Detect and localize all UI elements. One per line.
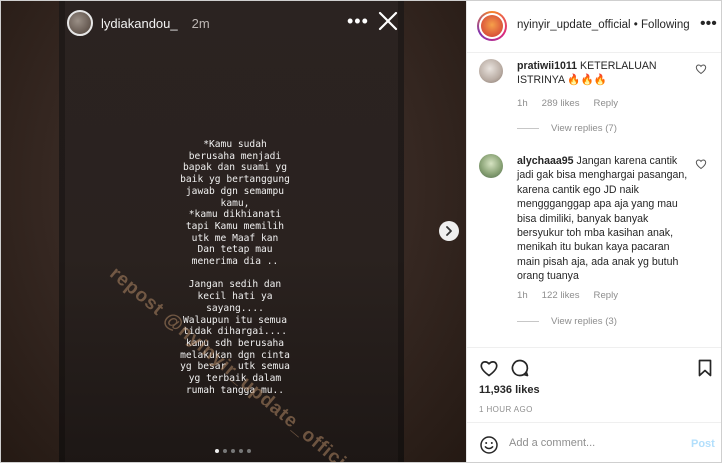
story-edge-left (59, 1, 65, 462)
post-like-count[interactable]: 11,936 likes (479, 384, 540, 396)
post-header: nyinyir_update_official • Following ••• (467, 1, 721, 53)
replies-divider (517, 321, 539, 322)
instagram-post-window: lydiakandou_ 2m ••• *Kamu sudah berusaha… (0, 0, 722, 463)
comment-likes[interactable]: 122 likes (542, 290, 580, 301)
story-timestamp: 2m (191, 15, 210, 31)
comment-age: 1h (517, 290, 528, 301)
reply-button[interactable]: Reply (594, 290, 619, 301)
page-dot (239, 449, 243, 453)
comment-item: pratiwii1011 KETERLALUAN ISTRINYA 🔥🔥🔥 1h… (477, 59, 717, 149)
comment-bubble-icon[interactable] (510, 358, 530, 378)
page-dot (231, 449, 235, 453)
page-dot (223, 449, 227, 453)
post-more-options-icon[interactable]: ••• (700, 16, 717, 32)
commenter-avatar[interactable] (479, 59, 503, 83)
reply-button[interactable]: Reply (594, 98, 619, 109)
comment-item: alychaaa95 Jangan karena cantik jadi gak… (477, 154, 717, 334)
comment-text: alychaaa95 Jangan karena cantik jadi gak… (517, 154, 695, 284)
account-line: nyinyir_update_official • Following (517, 19, 690, 31)
emoji-icon[interactable] (479, 435, 499, 455)
post-actions: 11,936 likes 1 HOUR AGO Post (467, 347, 721, 462)
next-slide-button[interactable] (439, 221, 459, 241)
comment-likes[interactable]: 289 likes (542, 98, 580, 109)
comment-age: 1h (517, 98, 528, 109)
heart-icon[interactable] (479, 358, 499, 378)
commenter-username[interactable]: pratiwii1011 (517, 60, 577, 72)
like-comment-heart-icon[interactable] (695, 63, 707, 75)
view-replies-toggle[interactable]: View replies (7) (517, 123, 617, 134)
commenter-username[interactable]: alychaaa95 (517, 155, 574, 167)
following-button[interactable]: Following (641, 19, 690, 31)
comment-message: Jangan karena cantik jadi gak bisa mengh… (517, 155, 688, 283)
page-dot (215, 449, 219, 453)
comment-meta: 1h 289 likes Reply (517, 98, 618, 109)
comment-composer: Post (467, 422, 721, 462)
story-caption-text: *Kamu sudah berusaha menjadi bapak dan s… (180, 139, 290, 396)
story-username[interactable]: lydiakandou_ (101, 16, 178, 31)
story-edge-right (398, 1, 404, 462)
view-replies-label[interactable]: View replies (3) (551, 316, 617, 327)
like-comment-heart-icon[interactable] (695, 158, 707, 170)
post-comment-button[interactable]: Post (691, 438, 715, 450)
replies-divider (517, 128, 539, 129)
story-page-indicator (215, 449, 251, 453)
page-dot (247, 449, 251, 453)
comments-pane: nyinyir_update_official • Following ••• … (466, 1, 721, 462)
comment-meta: 1h 122 likes Reply (517, 290, 618, 301)
view-replies-toggle[interactable]: View replies (3) (517, 316, 617, 327)
account-avatar[interactable] (477, 11, 507, 41)
chevron-right-icon (446, 226, 452, 236)
add-comment-input[interactable] (509, 437, 679, 449)
story-header: lydiakandou_ 2m (67, 10, 210, 36)
comment-text: pratiwii1011 KETERLALUAN ISTRINYA 🔥🔥🔥 (517, 59, 695, 88)
close-icon[interactable] (378, 11, 398, 31)
bookmark-icon[interactable] (695, 358, 715, 378)
separator-dot: • (633, 19, 638, 31)
story-avatar[interactable] (67, 10, 93, 36)
account-username[interactable]: nyinyir_update_official (517, 19, 631, 31)
post-timestamp: 1 HOUR AGO (479, 405, 533, 414)
commenter-avatar[interactable] (479, 154, 503, 178)
story-more-options-icon[interactable]: ••• (347, 12, 369, 30)
view-replies-label[interactable]: View replies (7) (551, 123, 617, 134)
media-pane: lydiakandou_ 2m ••• *Kamu sudah berusaha… (1, 1, 466, 462)
